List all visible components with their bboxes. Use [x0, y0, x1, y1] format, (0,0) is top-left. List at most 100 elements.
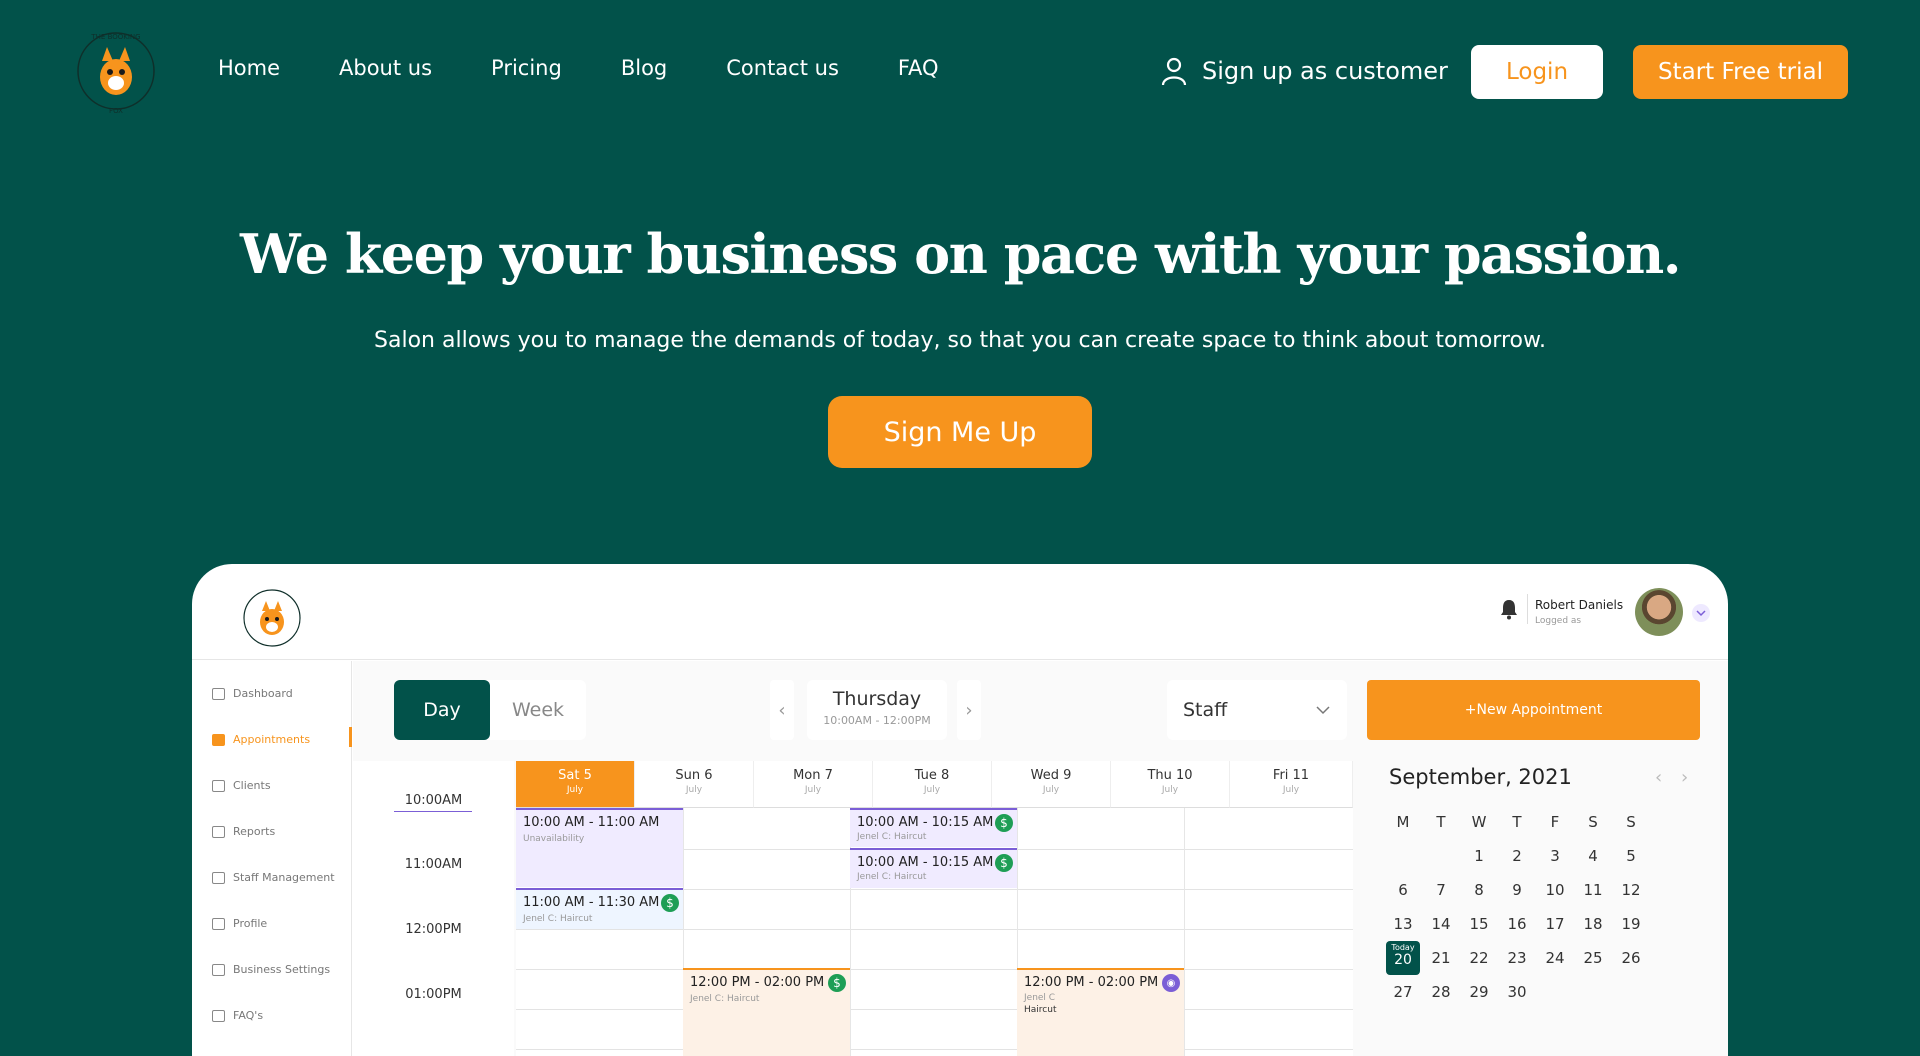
chevron-left-icon[interactable]: ‹: [1655, 767, 1662, 788]
sidebar-item-reports[interactable]: Reports: [212, 825, 275, 838]
chevron-right-icon[interactable]: ›: [1681, 767, 1688, 788]
day-header[interactable]: Fri 11 July: [1230, 761, 1353, 808]
app-preview: Robert Daniels Logged as Dashboard Appoi…: [192, 564, 1728, 1056]
sidebar-item-faqs[interactable]: FAQ's: [212, 1009, 263, 1022]
app-header: Robert Daniels Logged as: [192, 564, 1728, 660]
sidebar-label: Business Settings: [233, 963, 331, 976]
event-note: Unavailability: [523, 834, 585, 844]
active-indicator: [349, 727, 352, 747]
sidebar-item-business-settings[interactable]: Business Settings: [212, 963, 330, 976]
sidebar-item-dashboard[interactable]: Dashboard: [212, 687, 293, 700]
event-appointment[interactable]: 12:00 PM - 02:00 PM Jenel C: Haircut $: [683, 968, 850, 1056]
report-icon: [212, 825, 225, 838]
grid-line: [516, 1009, 1353, 1010]
staff-select[interactable]: Staff: [1167, 680, 1347, 740]
sidebar-item-staff-management[interactable]: Staff Management: [212, 871, 335, 884]
user-role: Logged as: [1535, 616, 1582, 626]
settings-icon: [212, 963, 225, 976]
sidebar-label: Reports: [233, 825, 276, 838]
start-free-trial-button[interactable]: Start Free trial: [1633, 45, 1848, 99]
day-name: Tue 8: [914, 768, 950, 783]
brand-logo[interactable]: THE BOOKING FOX: [73, 25, 159, 117]
signup-customer-label: Sign up as customer: [1202, 57, 1448, 85]
event-appointment[interactable]: 12:00 PM - 02:00 PM Jenel C Haircut ◉: [1017, 968, 1184, 1056]
current-day-display: Thursday 10:00AM - 12:00PM: [807, 680, 947, 740]
prev-day-button[interactable]: ‹: [770, 680, 794, 740]
event-appointment[interactable]: 10:00 AM - 10:15 AM Jenel C: Haircut $: [850, 808, 1017, 847]
day-month: July: [1042, 785, 1060, 795]
event-appointment[interactable]: 10:00 AM - 10:15 AM Jenel C: Haircut $: [850, 848, 1017, 888]
today-label: Today: [1391, 943, 1415, 952]
signup-customer-link[interactable]: Sign up as customer: [1160, 56, 1448, 86]
day-name: Mon 7: [793, 768, 833, 783]
grid-line: [516, 929, 1353, 930]
event-note: Jenel C: Haircut: [857, 872, 927, 882]
app-sidebar: Dashboard Appointments Clients Reports S…: [192, 661, 352, 1056]
briefcase-icon: [212, 917, 225, 930]
svg-text:THE BOOKING: THE BOOKING: [90, 33, 140, 41]
sidebar-item-clients[interactable]: Clients: [212, 779, 271, 792]
event-time: 12:00 PM - 02:00 PM: [690, 975, 825, 990]
calendar-date[interactable]: 12: [1608, 881, 1654, 899]
event-note: Haircut: [1024, 1005, 1057, 1015]
day-name: Sat 5: [558, 768, 592, 783]
next-day-button[interactable]: ›: [957, 680, 981, 740]
sidebar-item-profile[interactable]: Profile: [212, 917, 267, 930]
user-name: Robert Daniels: [1535, 598, 1624, 612]
calendar-main: Day Week ‹ Thursday 10:00AM - 12:00PM › …: [353, 661, 1728, 1056]
sign-me-up-button[interactable]: Sign Me Up: [828, 396, 1092, 468]
nav-home[interactable]: Home: [218, 56, 280, 80]
time-label: 11:00AM: [404, 857, 463, 872]
day-header[interactable]: Tue 8 July: [873, 761, 992, 808]
calendar-date[interactable]: 30: [1494, 983, 1540, 1001]
day-header[interactable]: Mon 7 July: [754, 761, 873, 808]
day-header[interactable]: Sun 6 July: [635, 761, 754, 808]
nav-pricing[interactable]: Pricing: [491, 56, 562, 80]
staff-icon: [212, 871, 225, 884]
today-date[interactable]: Today 20: [1386, 941, 1420, 975]
calendar-date[interactable]: 19: [1608, 915, 1654, 933]
day-header-selected[interactable]: Sat 5 July: [516, 761, 635, 808]
avatar[interactable]: [1635, 588, 1683, 636]
calendar-date[interactable]: 5: [1608, 847, 1654, 865]
calendar-date[interactable]: 26: [1608, 949, 1654, 967]
dollar-icon: $: [661, 894, 679, 912]
nav-blog[interactable]: Blog: [621, 56, 667, 80]
main-nav: Home About us Pricing Blog Contact us FA…: [218, 56, 998, 80]
new-appointment-button[interactable]: +New Appointment: [1367, 680, 1700, 740]
chevron-down-icon[interactable]: [1692, 604, 1710, 622]
current-time-marker: [394, 811, 472, 812]
nav-contact[interactable]: Contact us: [726, 56, 839, 80]
login-button[interactable]: Login: [1471, 45, 1603, 99]
event-appointment[interactable]: 11:00 AM - 11:30 AM Jenel C: Haircut $: [516, 888, 683, 929]
day-month: July: [1161, 785, 1179, 795]
sidebar-item-appointments[interactable]: Appointments: [212, 733, 310, 746]
grid-column-line: [1184, 808, 1185, 1056]
event-unavailability[interactable]: 10:00 AM - 11:00 AM Unavailability: [516, 808, 683, 887]
view-week-button[interactable]: Week: [490, 680, 586, 740]
view-toggle: Day Week: [394, 680, 586, 740]
event-note: Jenel C: Haircut: [690, 994, 760, 1004]
nav-faq[interactable]: FAQ: [898, 56, 939, 80]
time-column: 10:00AM 11:00AM 12:00PM 01:00PM: [353, 761, 514, 1056]
app-logo: [243, 589, 301, 647]
hero-title: We keep your business on pace with your …: [239, 222, 1682, 286]
dollar-icon: $: [995, 814, 1013, 832]
view-day-button[interactable]: Day: [394, 680, 490, 740]
event-time: 11:00 AM - 11:30 AM: [523, 895, 660, 910]
day-month: July: [566, 785, 584, 795]
bell-icon[interactable]: [1499, 598, 1519, 620]
sidebar-label: Profile: [233, 917, 268, 930]
day-name: Sun 6: [675, 768, 713, 783]
event-time: 10:00 AM - 10:15 AM: [857, 815, 994, 830]
sidebar-label: FAQ's: [233, 1009, 264, 1022]
nav-about[interactable]: About us: [339, 56, 432, 80]
event-note: Jenel C: Haircut: [523, 914, 593, 924]
calendar-grid: Sat 5 July Sun 6 July Mon 7 July Tue 8 July …: [516, 761, 1353, 1056]
current-day-name: Thursday: [832, 688, 922, 710]
day-month: July: [1282, 785, 1300, 795]
day-header[interactable]: Wed 9 July: [992, 761, 1111, 808]
time-label: 01:00PM: [405, 987, 462, 1002]
dollar-icon: $: [828, 974, 846, 992]
day-header[interactable]: Thu 10 July: [1111, 761, 1230, 808]
